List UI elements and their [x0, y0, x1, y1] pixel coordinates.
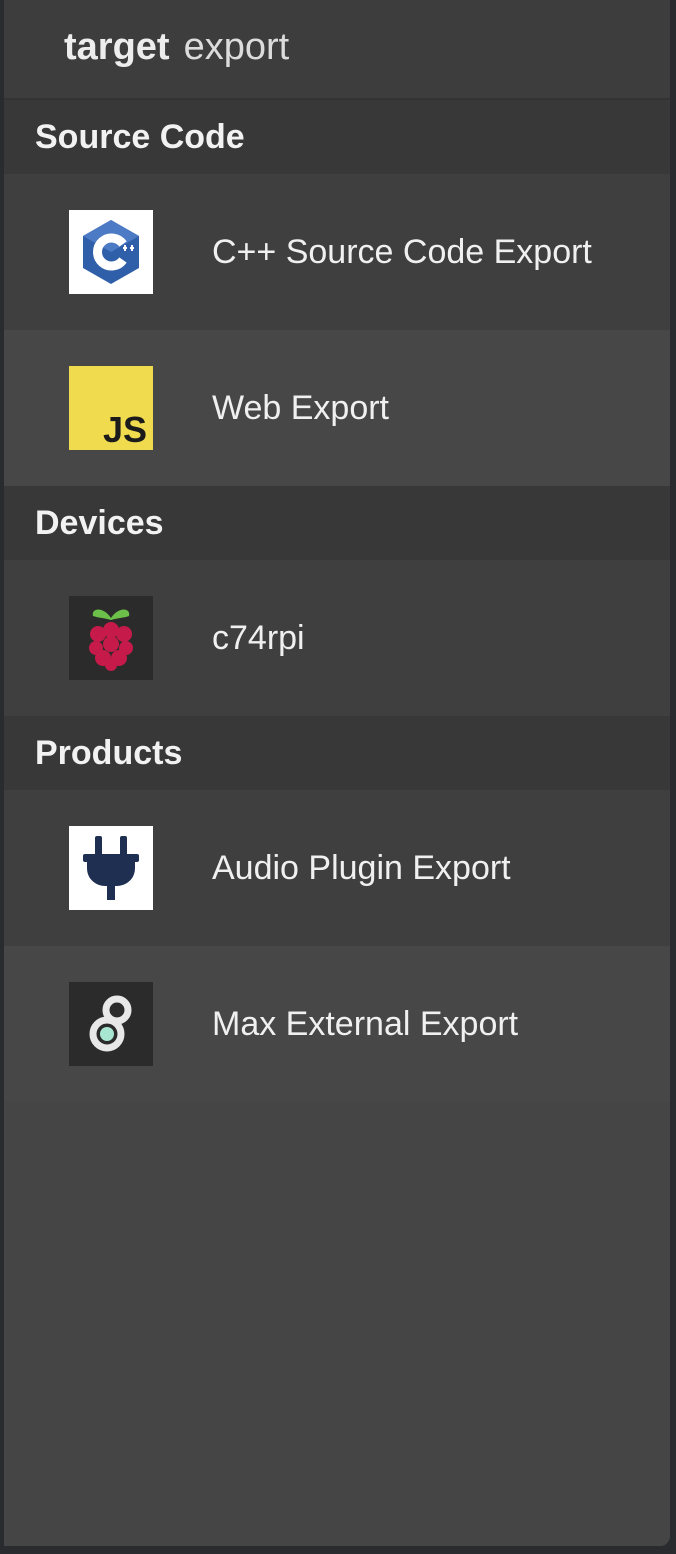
cpp-icon [69, 210, 153, 294]
export-item-label: C++ Source Code Export [212, 232, 592, 271]
header-title-bold: target [64, 25, 170, 68]
target-export-panel: target export Source Code C++ Source Cod… [4, 0, 670, 1546]
section-header-source-code: Source Code [4, 100, 670, 174]
max-external-icon [69, 982, 153, 1066]
export-item-label: c74rpi [212, 618, 305, 657]
export-item-max-external[interactable]: Max External Export [4, 946, 670, 1102]
header-title-light: export [183, 25, 290, 68]
empty-panel-area [4, 1102, 670, 1546]
js-icon-text: JS [102, 409, 147, 450]
section-header-devices: Devices [4, 486, 670, 560]
export-item-label: Max External Export [212, 1004, 519, 1043]
javascript-icon: JS [69, 366, 153, 450]
export-item-cpp[interactable]: C++ Source Code Export [4, 174, 670, 330]
export-item-label: Web Export [212, 388, 390, 427]
section-header-products: Products [4, 716, 670, 790]
raspberry-pi-icon [69, 596, 153, 680]
export-item-label: Audio Plugin Export [212, 848, 511, 887]
panel-header: target export [4, 0, 670, 100]
plug-icon [69, 826, 153, 910]
export-item-c74rpi[interactable]: c74rpi [4, 560, 670, 716]
export-item-audio-plugin[interactable]: Audio Plugin Export [4, 790, 670, 946]
export-item-web[interactable]: JS Web Export [4, 330, 670, 486]
